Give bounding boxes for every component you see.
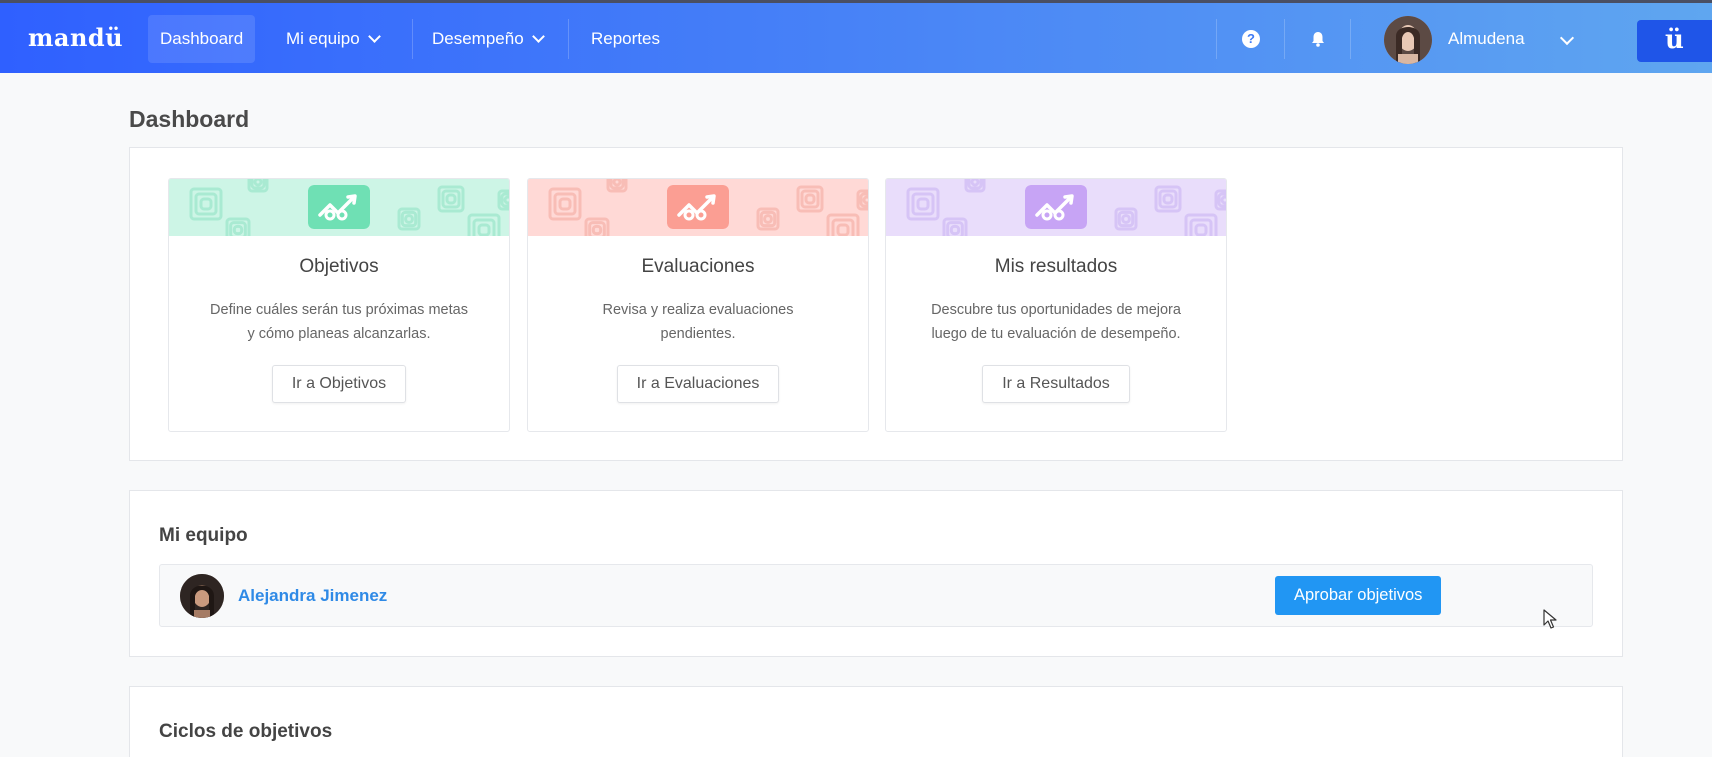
growth-chart-icon	[1025, 185, 1087, 229]
nav-divider	[568, 19, 569, 59]
approve-objectives-button[interactable]: Aprobar objetivos	[1275, 576, 1442, 615]
nav-desempeno[interactable]: Desempeño	[420, 15, 555, 63]
go-to-objetivos-button[interactable]: Ir a Objetivos	[271, 365, 407, 403]
card-evaluaciones: Evaluaciones Revisa y realiza evaluacion…	[527, 178, 869, 432]
brand-button[interactable]: ü	[1637, 20, 1712, 62]
card-description-line: pendientes.	[660, 326, 736, 342]
nav-mi-equipo[interactable]: Mi equipo	[274, 15, 391, 63]
card-banner	[169, 179, 509, 236]
nav-desempeno-label: Desempeño	[432, 29, 524, 48]
card-description: Revisa y realiza evaluaciones pendientes…	[558, 298, 838, 346]
bell-icon[interactable]	[1309, 30, 1327, 48]
shortcuts-panel: Objetivos Define cuáles serán tus próxim…	[129, 147, 1623, 461]
pattern-square	[862, 195, 868, 205]
pattern-square	[970, 179, 980, 187]
member-photo	[180, 574, 224, 618]
nav-divider	[412, 19, 413, 59]
team-member-row: Alejandra Jimenez Aprobar objetivos	[159, 564, 1593, 627]
card-objetivos: Objetivos Define cuáles serán tus próxim…	[168, 178, 510, 432]
card-description-line: Revisa y realiza evaluaciones	[602, 302, 794, 318]
pattern-square	[763, 214, 773, 224]
pattern-square	[911, 192, 935, 216]
pattern-square	[199, 197, 213, 211]
nav-reportes-label: Reportes	[591, 29, 660, 48]
cycles-panel: Ciclos de objetivos	[129, 686, 1623, 757]
card-description-line: y cómo planeas alcanzarlas.	[247, 326, 431, 342]
card-title: Mis resultados	[994, 256, 1118, 277]
chevron-down-icon	[367, 30, 381, 43]
pattern-square	[1194, 223, 1208, 236]
card-description: Define cuáles serán tus próximas metas y…	[199, 298, 479, 346]
chevron-down-icon	[531, 30, 545, 43]
growth-chart-icon	[308, 185, 370, 229]
pattern-square	[591, 224, 603, 236]
pattern-square	[836, 223, 850, 236]
pattern-square	[1158, 189, 1178, 209]
card-description-line: Define cuáles serán tus próximas metas	[210, 302, 468, 318]
nav-divider	[1350, 19, 1351, 59]
nav-dashboard[interactable]: Dashboard	[148, 15, 256, 63]
nav-divider	[1216, 19, 1217, 59]
pattern-square	[194, 192, 218, 216]
card-title: Evaluaciones	[641, 256, 755, 277]
pattern-square	[503, 195, 509, 205]
pattern-square	[253, 179, 263, 187]
chevron-down-icon[interactable]	[1559, 30, 1575, 46]
pattern-square	[477, 223, 491, 236]
user-avatar[interactable]	[1384, 16, 1432, 64]
go-to-resultados-button[interactable]: Ir a Resultados	[982, 365, 1130, 403]
mouse-cursor-icon	[1543, 609, 1557, 629]
pattern-square	[1121, 214, 1131, 224]
question-circle-icon[interactable]: ?	[1242, 30, 1260, 48]
pattern-square	[553, 192, 577, 216]
pattern-square	[916, 197, 930, 211]
pattern-square	[800, 189, 820, 209]
card-title: Objetivos	[299, 256, 379, 277]
pattern-square	[1220, 195, 1226, 205]
pattern-square	[445, 193, 457, 205]
card-mis-resultados: Mis resultados Descubre tus oportunidade…	[885, 178, 1227, 432]
pattern-square	[612, 179, 622, 187]
user-name[interactable]: Almudena	[1448, 29, 1525, 49]
go-to-evaluaciones-button[interactable]: Ir a Evaluaciones	[616, 365, 780, 403]
team-panel: Mi equipo Alejandra Jimenez Aprobar obje…	[129, 490, 1623, 657]
team-member-name-link[interactable]: Alejandra Jimenez	[238, 586, 387, 606]
pattern-square	[949, 224, 961, 236]
growth-chart-icon	[667, 185, 729, 229]
nav-mi-equipo-label: Mi equipo	[286, 29, 360, 48]
avatar	[180, 574, 224, 618]
nav-reportes[interactable]: Reportes	[579, 15, 672, 63]
pattern-square	[1162, 193, 1174, 205]
card-description-line: Descubre tus oportunidades de mejora	[931, 302, 1181, 318]
pattern-square	[404, 214, 414, 224]
pattern-square	[558, 197, 572, 211]
section-title: Ciclos de objetivos	[159, 721, 333, 742]
card-banner	[886, 179, 1226, 236]
app-logo[interactable]: mandü	[28, 23, 123, 52]
page-title: Dashboard	[129, 106, 250, 132]
pattern-square	[804, 193, 816, 205]
card-description: Descubre tus oportunidades de mejora lue…	[916, 298, 1196, 346]
card-banner	[528, 179, 868, 236]
nav-dashboard-label: Dashboard	[160, 29, 244, 48]
pattern-square	[232, 224, 244, 236]
nav-divider	[1284, 19, 1285, 59]
section-title: Mi equipo	[159, 525, 248, 546]
card-description-line: luego de tu evaluación de desempeño.	[931, 326, 1181, 342]
top-navbar: mandü Dashboard Mi equipo Desempeño Repo…	[0, 3, 1712, 73]
user-photo	[1384, 16, 1432, 64]
pattern-square	[441, 189, 461, 209]
